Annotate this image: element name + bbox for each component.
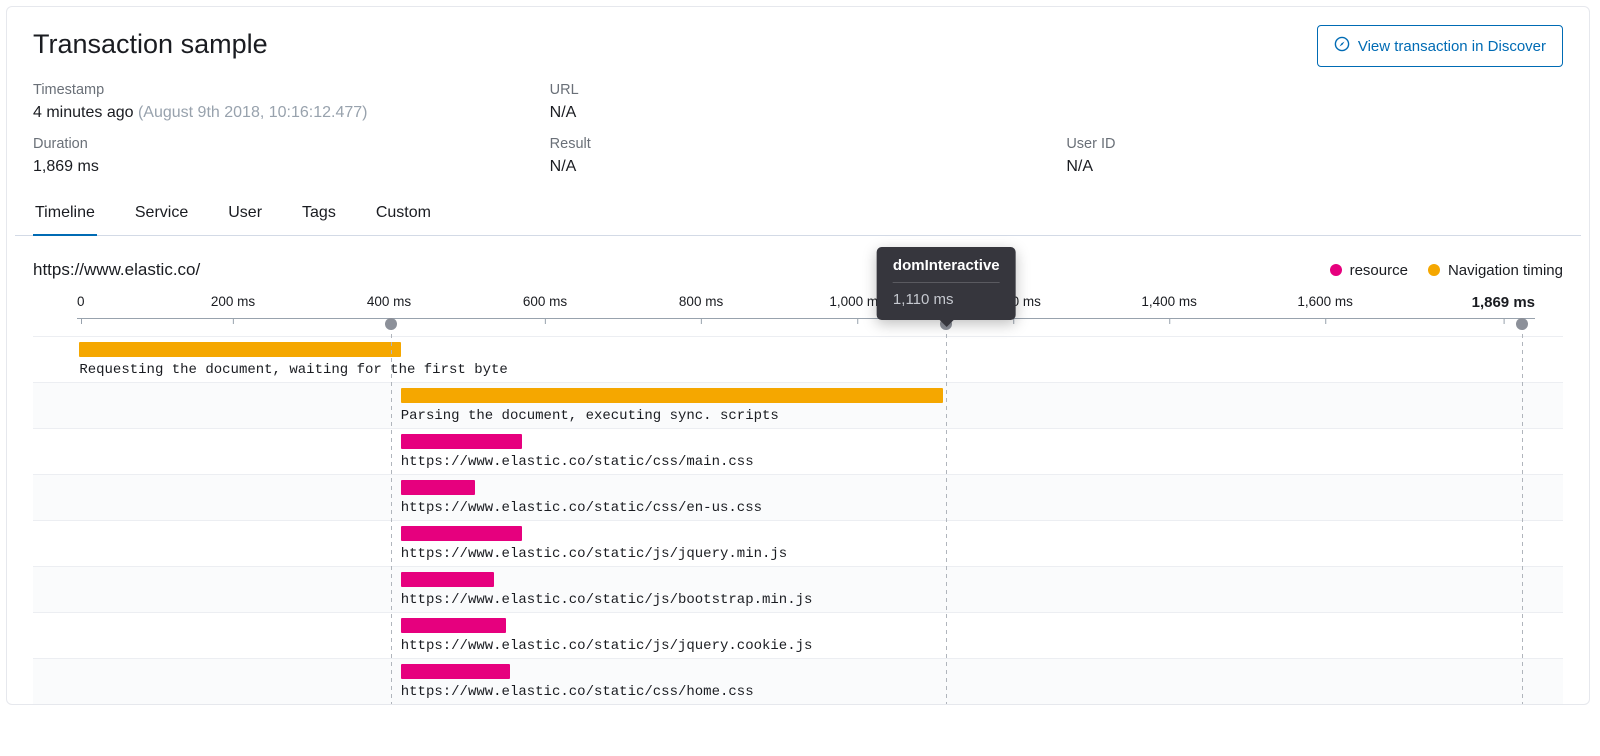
dot-icon [1428,264,1440,276]
waterfall-row[interactable]: https://www.elastic.co/static/css/en-us.… [33,474,1563,520]
waterfall: Requesting the document, waiting for the… [33,336,1563,704]
tab-user[interactable]: User [226,194,264,236]
view-in-discover-button[interactable]: View transaction in Discover [1317,25,1563,67]
ruler-tick: 1,869 ms [1472,294,1535,311]
tab-custom[interactable]: Custom [374,194,433,236]
span-bar[interactable] [401,664,510,679]
span-bar[interactable] [79,342,400,357]
marker-tooltip: domInteractive 1,110 ms [877,247,1016,320]
url-label: URL [550,82,1047,98]
tab-service[interactable]: Service [133,194,190,236]
waterfall-row[interactable]: https://www.elastic.co/static/js/bootstr… [33,566,1563,612]
span-bar[interactable] [401,526,522,541]
legend-resource: resource [1330,262,1408,279]
span-label: Parsing the document, executing sync. sc… [401,408,779,424]
ruler-tick: 1,400 ms [1141,294,1197,309]
span-label: https://www.elastic.co/static/css/home.c… [401,684,754,700]
tooltip-title: domInteractive [893,257,1000,283]
transaction-sample-panel: Transaction sample View transaction in D… [6,6,1590,705]
timestamp-value: 4 minutes ago (August 9th 2018, 10:16:12… [33,104,530,122]
span-label: https://www.elastic.co/static/js/jquery.… [401,546,787,562]
result-label: Result [550,136,1047,152]
span-label: https://www.elastic.co/static/css/main.c… [401,454,754,470]
tabs: Timeline Service User Tags Custom [15,194,1581,236]
meta-userid: User ID N/A [1066,136,1563,176]
compass-icon [1334,36,1350,56]
legend-navigation-timing: Navigation timing [1428,262,1563,279]
ruler-track: 0200 ms400 ms600 ms800 ms1,000 ms1,200 m… [77,294,1535,336]
span-bar[interactable] [401,434,522,449]
span-bar[interactable] [401,572,495,587]
ruler: 0200 ms400 ms600 ms800 ms1,000 ms1,200 m… [33,294,1563,336]
meta-duration: Duration 1,869 ms [33,136,530,176]
duration-value: 1,869 ms [33,158,530,176]
span-bar[interactable] [401,618,506,633]
span-label: https://www.elastic.co/static/js/jquery.… [401,638,813,654]
waterfall-row[interactable]: https://www.elastic.co/static/js/jquery.… [33,520,1563,566]
ruler-tick: 1,600 ms [1297,294,1353,309]
ruler-tick: 400 ms [367,294,411,309]
legend: resource Navigation timing [1330,262,1563,279]
timeline-header: https://www.elastic.co/ resource Navigat… [15,236,1581,294]
userid-value: N/A [1066,158,1563,176]
meta-grid: Timestamp 4 minutes ago (August 9th 2018… [15,82,1581,194]
ruler-tick: 200 ms [211,294,255,309]
userid-label: User ID [1066,136,1563,152]
span-label: https://www.elastic.co/static/css/en-us.… [401,500,762,516]
result-value: N/A [550,158,1047,176]
ruler-tick: 800 ms [679,294,723,309]
tab-timeline[interactable]: Timeline [33,194,97,236]
ruler-tick: 600 ms [523,294,567,309]
url-value: N/A [550,104,1047,122]
waterfall-row[interactable]: https://www.elastic.co/static/js/jquery.… [33,612,1563,658]
tab-tags[interactable]: Tags [300,194,338,236]
timeline-area: 0200 ms400 ms600 ms800 ms1,000 ms1,200 m… [15,294,1581,704]
panel-header: Transaction sample View transaction in D… [15,25,1581,82]
meta-result: Result N/A [550,136,1047,176]
discover-button-label: View transaction in Discover [1358,38,1546,55]
span-label: Requesting the document, waiting for the… [79,362,507,378]
tooltip-value: 1,110 ms [893,291,1000,308]
meta-timestamp: Timestamp 4 minutes ago (August 9th 2018… [33,82,530,122]
timeline-title: https://www.elastic.co/ [33,260,200,280]
waterfall-row[interactable]: Parsing the document, executing sync. sc… [33,382,1563,428]
waterfall-row[interactable]: https://www.elastic.co/static/css/main.c… [33,428,1563,474]
page-title: Transaction sample [33,29,268,60]
marker-knob-icon[interactable] [385,318,397,330]
dot-icon [1330,264,1342,276]
timestamp-label: Timestamp [33,82,530,98]
ruler-tick: 0 [77,294,85,309]
marker-knob-icon[interactable] [1516,318,1528,330]
span-bar[interactable] [401,480,475,495]
duration-label: Duration [33,136,530,152]
span-bar[interactable] [401,388,943,403]
span-label: https://www.elastic.co/static/js/bootstr… [401,592,813,608]
meta-url: URL N/A [550,82,1047,122]
waterfall-row[interactable]: Requesting the document, waiting for the… [33,336,1563,382]
ruler-line [77,318,1535,319]
waterfall-row[interactable]: https://www.elastic.co/static/css/home.c… [33,658,1563,704]
